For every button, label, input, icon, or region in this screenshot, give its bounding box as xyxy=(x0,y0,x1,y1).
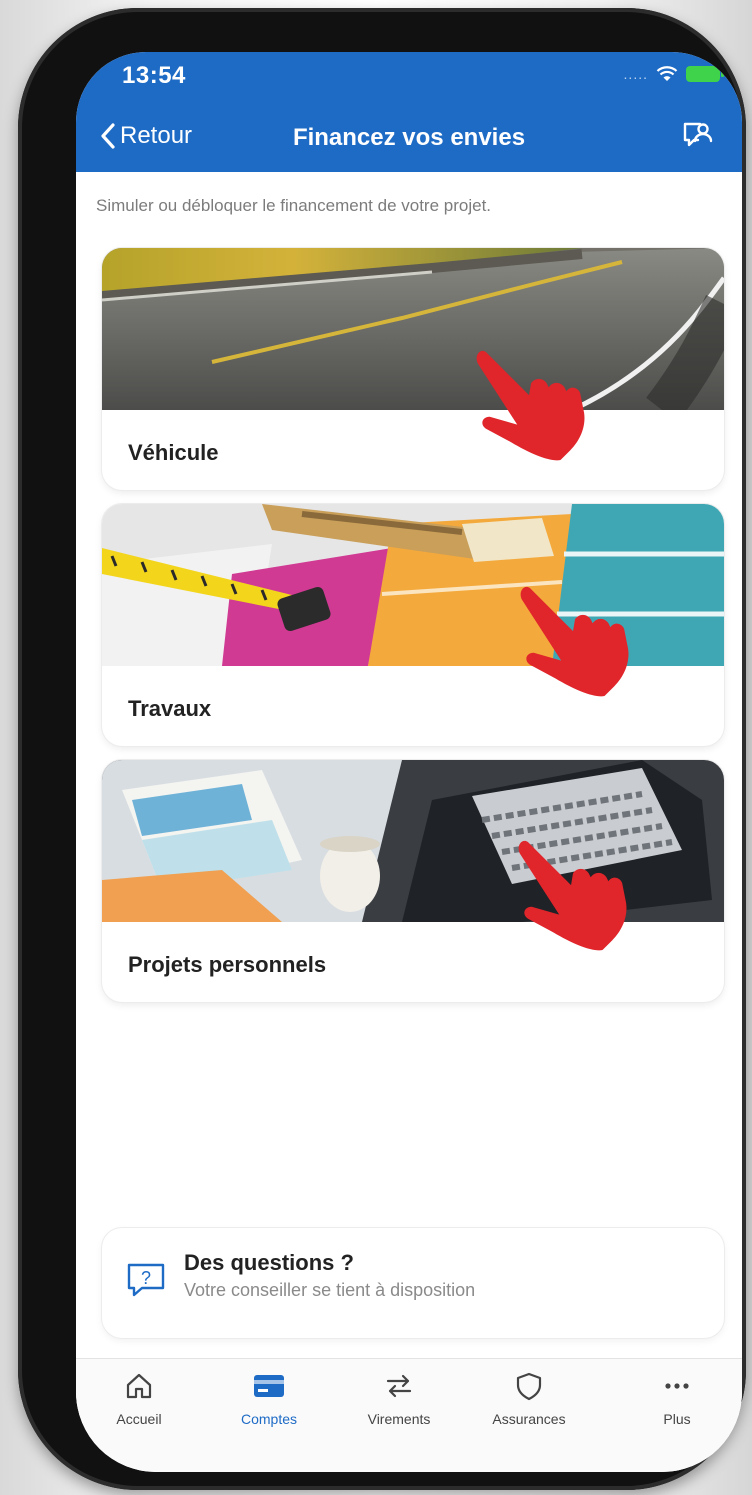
transfer-icon xyxy=(386,1374,412,1398)
pointing-hand-icon xyxy=(520,586,629,697)
signal-dots: ..... xyxy=(623,66,648,82)
tab-plus[interactable]: Plus xyxy=(622,1371,732,1427)
tab-label: Accueil xyxy=(116,1411,162,1427)
status-time: 13:54 xyxy=(122,62,186,89)
status-icons: ..... xyxy=(623,66,724,82)
phone-frame: 13:54 ..... Retour Financez vos envies S… xyxy=(18,8,746,1490)
help-title: Des questions ? xyxy=(184,1250,354,1275)
card-vehicule[interactable]: Véhicule xyxy=(102,248,724,490)
chat-icon[interactable] xyxy=(678,116,714,152)
question-bubble-icon: ? xyxy=(127,1263,165,1297)
tab-comptes[interactable]: Comptes xyxy=(214,1371,324,1427)
page-subtitle: Simuler ou débloquer le financement de v… xyxy=(96,196,492,215)
battery-icon xyxy=(686,66,724,82)
road-photo xyxy=(102,248,724,410)
card-label: Projets personnels xyxy=(128,952,327,977)
tab-label: Comptes xyxy=(240,1411,298,1427)
pointing-hand-icon xyxy=(518,840,627,951)
card-label: Véhicule xyxy=(128,440,219,465)
page-title: Financez vos envies xyxy=(292,124,526,151)
home-icon xyxy=(126,1373,152,1399)
tab-label: Virements xyxy=(367,1411,431,1427)
wifi-icon xyxy=(656,66,678,81)
tab-label: Assurances xyxy=(492,1411,566,1427)
help-subtitle: Votre conseiller se tient à disposition xyxy=(184,1280,476,1300)
more-icon xyxy=(665,1383,689,1389)
top-bar: 13:54 ..... Retour Financez vos envies xyxy=(76,52,742,172)
svg-text:?: ? xyxy=(141,1268,151,1288)
tab-label: Plus xyxy=(663,1411,691,1427)
card-label: Travaux xyxy=(128,696,212,721)
card-icon xyxy=(254,1375,284,1397)
tab-assurances[interactable]: Assurances xyxy=(474,1371,584,1427)
help-box[interactable]: ? Des questions ? Votre conseiller se ti… xyxy=(102,1228,724,1338)
app-screen: 13:54 ..... Retour Financez vos envies S… xyxy=(76,52,742,1472)
pointing-hand-icon xyxy=(476,350,585,461)
tab-accueil[interactable]: Accueil xyxy=(84,1371,194,1427)
tab-bar: Accueil Comptes Virements Assurances Plu… xyxy=(76,1358,742,1472)
tab-virements[interactable]: Virements xyxy=(344,1371,454,1427)
shield-icon xyxy=(516,1372,542,1401)
